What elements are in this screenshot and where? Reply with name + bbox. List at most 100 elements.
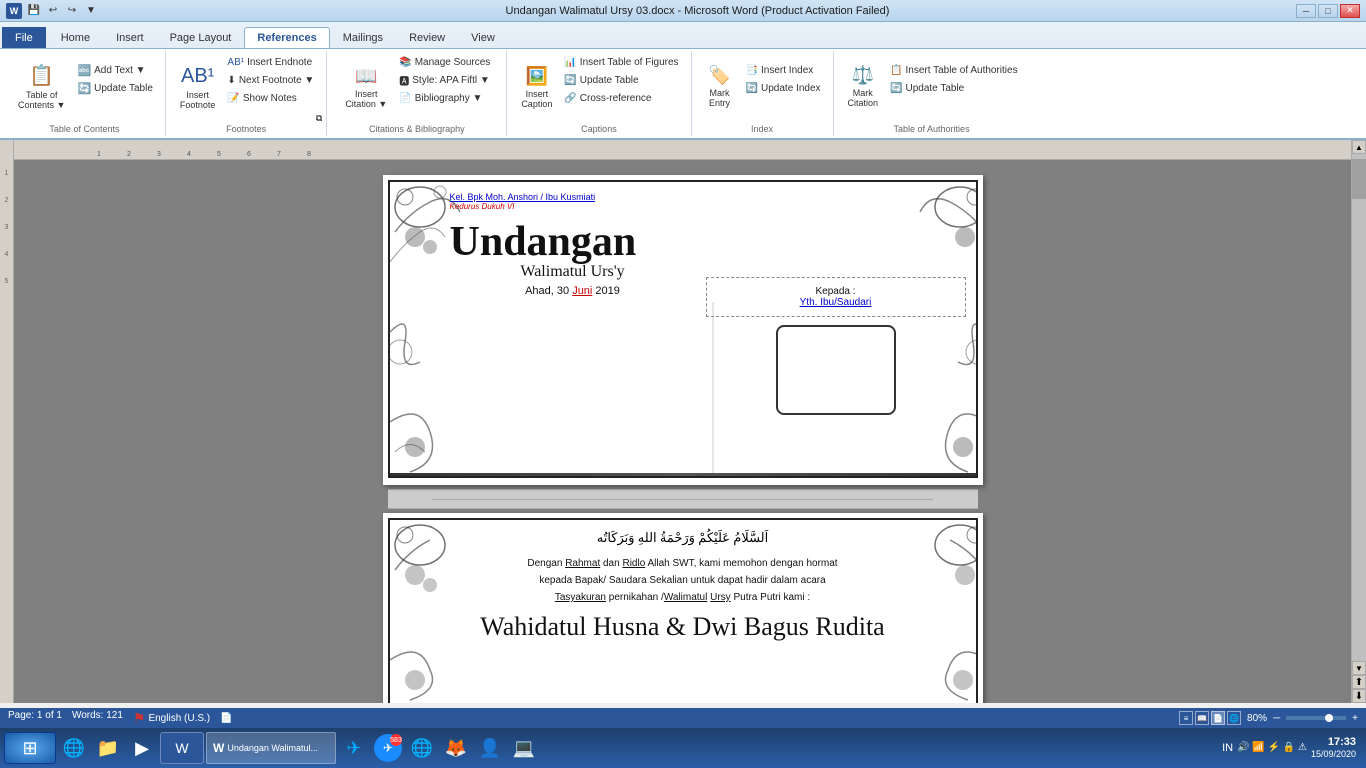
sub-title: Walimatul Urs'y [450,263,696,281]
add-text-btn[interactable]: 🔤 Add Text ▼ [73,62,156,80]
page-view-btn[interactable]: 📄 [1211,711,1225,725]
recipient-name: Yth. Ibu/Saudari [722,297,950,308]
photo-box [776,325,896,415]
mark-citation-btn[interactable]: ⚖️ MarkCitation [842,55,885,119]
customize-qa-btn[interactable]: ▼ [83,3,99,19]
page1-left-content: Kel. Bpk Moh. Anshori / Ibu Kusmiati Ked… [450,192,696,297]
group-label-captions: Captions [507,124,690,134]
redo-qa-btn[interactable]: ↪ [64,3,80,19]
group-index: 🏷️ MarkEntry 📑 Insert Index 🔄 Update Ind… [692,51,834,136]
title-bar: W 💾 ↩ ↪ ▼ Undangan Walimatul Ursy 03.doc… [0,0,1366,22]
scroll-down-btn[interactable]: ▼ [1352,661,1366,675]
language-indicator[interactable]: ⚑ English (U.S.) [133,710,210,727]
tab-review[interactable]: Review [396,27,458,48]
save-qa-btn[interactable]: 💾 [26,3,42,19]
mark-entry-btn[interactable]: 🏷️ MarkEntry [700,55,740,119]
bibliography-btn[interactable]: 📄 Bibliography ▼ [395,89,494,107]
taskbar-pc-icon[interactable]: 💻 [508,732,540,764]
taskbar-firefox-icon[interactable]: 🦊 [440,732,472,764]
update-index-btn[interactable]: 🔄 Update Index [742,80,825,98]
sender-name[interactable]: Kel. Bpk Moh. Anshori / Ibu Kusmiati [450,192,696,202]
minimize-btn[interactable]: ─ [1296,4,1316,18]
group-citations: 📖 InsertCitation ▼ 📚 Manage Sources 🅰 St… [327,51,507,136]
insert-table-authorities-btn[interactable]: 📋 Insert Table of Authorities [886,62,1022,80]
insert-citation-btn[interactable]: 📖 InsertCitation ▼ [339,55,393,119]
group-label-citations: Citations & Bibliography [327,124,506,134]
body-line1: Dengan Rahmat dan Ridlo Allah SWT, kami … [440,555,926,572]
word-count: Words: 121 [72,710,123,727]
update-table-toc-btn[interactable]: 🔄 Update Table [73,80,156,98]
scroll-track[interactable] [1352,154,1366,661]
zoom-slider[interactable] [1286,716,1346,720]
taskbar-chrome-icon[interactable]: 🌐 [406,732,438,764]
tab-mailings[interactable]: Mailings [330,27,396,48]
insert-index-btn[interactable]: 📑 Insert Index [742,62,825,80]
tab-view[interactable]: View [458,27,508,48]
web-view-btn[interactable]: 🌐 [1227,711,1241,725]
cross-reference-btn[interactable]: 🔗 Cross-reference [560,89,682,107]
window-title: Undangan Walimatul Ursy 03.docx - Micros… [99,5,1296,17]
taskbar-word-app[interactable]: W Undangan Walimatul... [206,732,336,764]
style-btn[interactable]: 🅰 Style: APA Fiftl ▼ [395,71,494,89]
insert-footnote-btn[interactable]: AB¹ InsertFootnote [174,55,222,119]
tray-icons: 🔊 📶 ⚡ 🔒 ⚠ [1237,742,1307,753]
group-label-index: Index [692,124,833,134]
horizontal-ruler: 1 2 3 4 5 6 7 8 [14,140,1351,160]
zoom-thumb[interactable] [1325,714,1333,722]
scroll-up-btn[interactable]: ▲ [1352,140,1366,154]
ribbon: File Home Insert Page Layout References … [0,22,1366,140]
insert-endnote-btn[interactable]: AB¹ Insert Endnote [223,53,318,71]
group-label-authorities: Table of Authorities [834,124,1030,134]
update-table-cap-btn[interactable]: 🔄 Update Table [560,71,682,89]
next-page-btn[interactable]: ⬇ [1352,689,1366,703]
zoom-percent: 80% [1247,713,1267,724]
sender-address: Kedurus Dukuh VI [450,202,696,211]
date-display: 15/09/2020 [1311,749,1356,761]
arabic-inscription: اَلسَّلَامُ عَلَيْكُمْ وَرَحْمَةُ اللهِ … [597,530,769,545]
ribbon-tabs: File Home Insert Page Layout References … [0,22,1366,48]
tab-references[interactable]: References [244,27,329,48]
main-title: Undangan [450,221,696,263]
taskbar-telegram-icon[interactable]: ✈ [338,732,370,764]
time-display: 17:33 [1311,735,1356,749]
tab-file[interactable]: File [2,27,46,48]
taskbar-user-icon[interactable]: 👤 [474,732,506,764]
tab-pagelayout[interactable]: Page Layout [157,27,245,48]
table-of-contents-btn[interactable]: 📋 Table ofContents ▼ [12,55,71,119]
update-table-auth-btn[interactable]: 🔄 Update Table [886,80,1022,98]
track-changes-indicator: 📄 [220,710,232,727]
pages-container[interactable]: Kel. Bpk Moh. Anshori / Ibu Kusmiati Ked… [14,160,1351,703]
document-area: 1 2 3 4 5 6 7 8 [14,140,1351,703]
maximize-btn[interactable]: □ [1318,4,1338,18]
tab-home[interactable]: Home [48,27,103,48]
taskbar-telegram-badge[interactable]: ✈ 583 [372,732,404,764]
tab-insert[interactable]: Insert [103,27,157,48]
reading-view-btn[interactable]: 📖 [1195,711,1209,725]
next-footnote-btn[interactable]: ⬇ Next Footnote ▼ [223,71,318,89]
normal-view-btn[interactable]: ≡ [1179,711,1193,725]
vertical-scrollbar[interactable]: ▲ ▼ ⬆ ⬇ [1351,140,1366,703]
taskbar-word-label: Undangan Walimatul... [227,743,318,753]
clock-display[interactable]: 17:33 15/09/2020 [1311,735,1356,761]
scroll-thumb[interactable] [1352,159,1366,199]
taskbar-ie-icon[interactable]: 🌐 [58,732,90,764]
zoom-plus-btn[interactable]: + [1352,713,1358,724]
prev-page-btn[interactable]: ⬆ [1352,675,1366,689]
footnotes-expand-btn[interactable]: ⧉ [316,113,322,124]
body-line3: Tasyakuran pernikahan /Walimatul Ursy Pu… [440,589,926,606]
recipient-label: Kepada : [722,286,950,297]
insert-table-figures-btn[interactable]: 📊 Insert Table of Figures [560,53,682,71]
zoom-minus-btn[interactable]: ─ [1273,713,1280,724]
insert-caption-btn[interactable]: 🖼️ InsertCaption [515,55,558,119]
word-icon: W [6,3,22,19]
main-area: 1 2 3 4 5 1 2 3 4 5 6 7 8 [0,140,1366,703]
show-notes-btn[interactable]: 📝 Show Notes [223,89,318,107]
start-button[interactable]: ⊞ [4,732,56,764]
taskbar-word-icon[interactable]: W [160,732,204,764]
taskbar-explorer-icon[interactable]: 📁 [92,732,124,764]
taskbar-media-icon[interactable]: ▶ [126,732,158,764]
page-2: اَلسَّلَامُ عَلَيْكُمْ وَرَحْمَةُ اللهِ … [383,513,983,703]
manage-sources-btn[interactable]: 📚 Manage Sources [395,53,494,71]
close-btn[interactable]: ✕ [1340,4,1360,18]
undo-qa-btn[interactable]: ↩ [45,3,61,19]
